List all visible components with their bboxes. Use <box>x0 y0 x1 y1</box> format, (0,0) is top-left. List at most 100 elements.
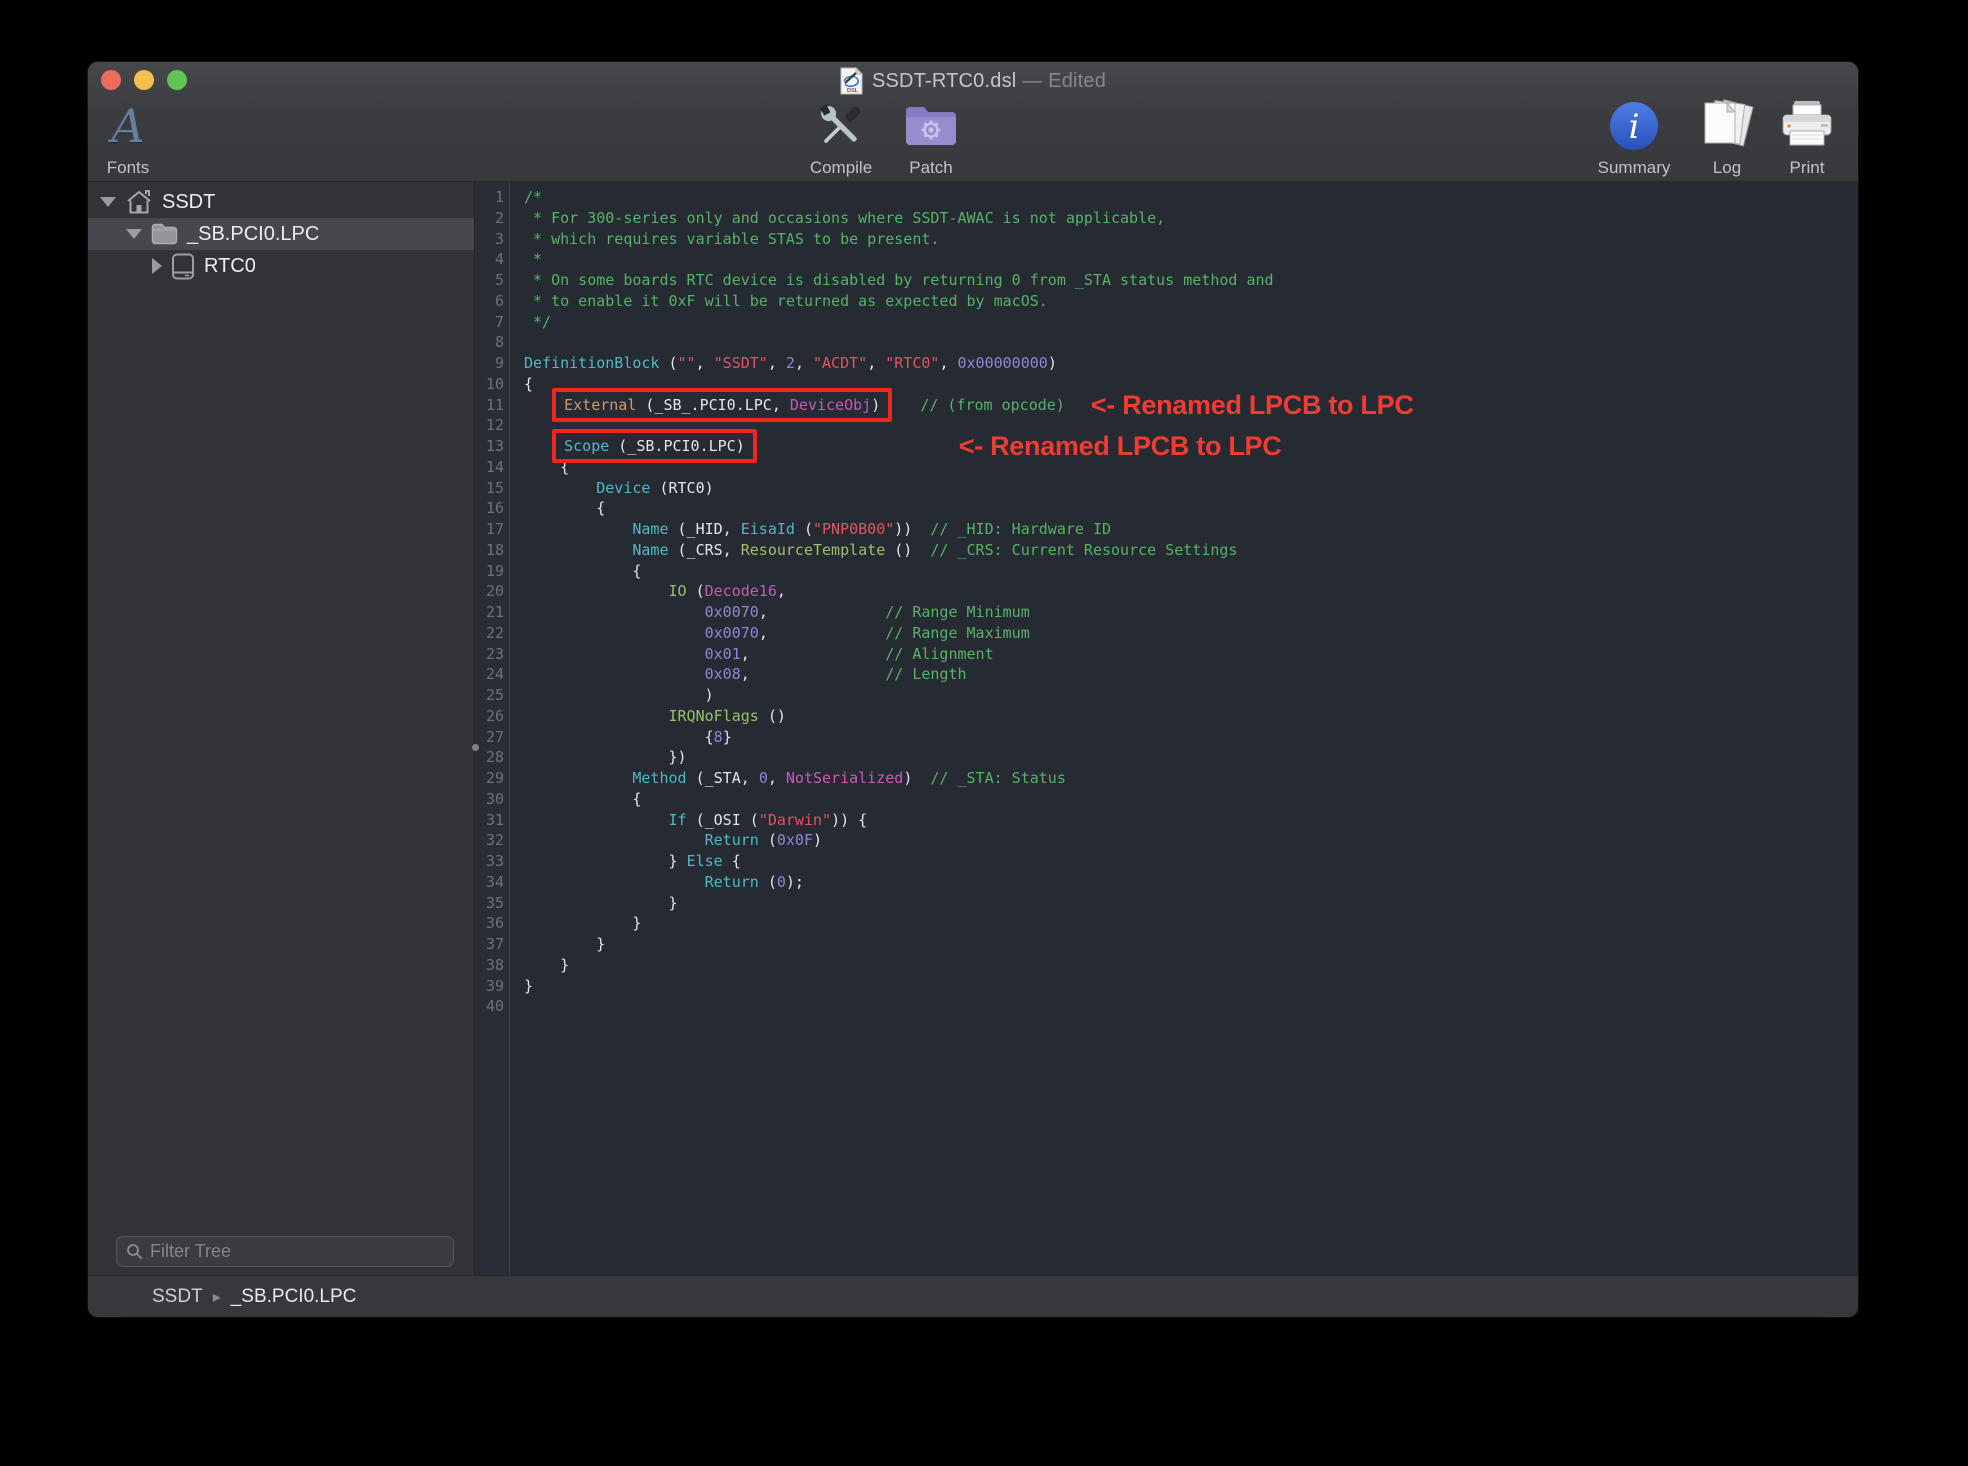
code-line[interactable]: Method (_STA, 0, NotSerialized) // _STA:… <box>524 769 1858 790</box>
line-number: 29 <box>475 769 509 790</box>
document-icon: DSL <box>840 67 863 95</box>
line-number: 14 <box>475 458 509 479</box>
line-number: 5 <box>475 271 509 292</box>
line-number: 23 <box>475 645 509 666</box>
code-line[interactable]: {8} <box>524 728 1858 749</box>
red-highlight-box: External (_SB_.PCI0.LPC, DeviceObj) <box>552 388 892 422</box>
code-line[interactable]: } <box>524 894 1858 915</box>
line-number: 35 <box>475 894 509 915</box>
code-line[interactable]: * <box>524 250 1858 271</box>
code-line[interactable]: 0x0070, // Range Minimum <box>524 603 1858 624</box>
line-number: 28 <box>475 748 509 769</box>
code-line[interactable]: } <box>524 956 1858 977</box>
disclosure-down-icon[interactable] <box>100 197 116 207</box>
disclosure-down-icon[interactable] <box>126 229 142 239</box>
code-line[interactable]: Return (0); <box>524 873 1858 894</box>
line-number: 4 <box>475 250 509 271</box>
breadcrumb-leaf[interactable]: _SB.PCI0.LPC <box>231 1286 357 1308</box>
line-number: 34 <box>475 873 509 894</box>
summary-button[interactable]: i Summary <box>1584 98 1684 178</box>
code-line[interactable]: /* <box>524 188 1858 209</box>
code-line[interactable]: } Else { <box>524 852 1858 873</box>
tree-item-label: RTC0 <box>204 255 256 278</box>
maciasl-window: DSL SSDT-RTC0.dsl — Edited A Fonts <box>88 62 1858 1317</box>
filter-tree-input[interactable] <box>150 1241 444 1262</box>
disclosure-right-icon[interactable] <box>152 258 162 274</box>
code-line[interactable]: ) <box>524 686 1858 707</box>
compile-label: Compile <box>810 158 872 178</box>
code-line[interactable]: */ <box>524 313 1858 334</box>
line-number: 31 <box>475 811 509 832</box>
print-label: Print <box>1790 158 1825 178</box>
line-number: 6 <box>475 292 509 313</box>
line-number: 13 <box>475 437 509 458</box>
code-line[interactable]: 0x01, // Alignment <box>524 645 1858 666</box>
code-line[interactable]: }) <box>524 748 1858 769</box>
line-number: 38 <box>475 956 509 977</box>
code-line[interactable]: * On some boards RTC device is disabled … <box>524 271 1858 292</box>
line-number: 15 <box>475 479 509 500</box>
tree-item-sb-pci0-lpc[interactable]: _SB.PCI0.LPC <box>88 218 474 250</box>
code-line[interactable]: } <box>524 935 1858 956</box>
breadcrumb-separator-icon: ▸ <box>213 1287 221 1307</box>
window-title: SSDT-RTC0.dsl — Edited <box>872 70 1106 93</box>
code-line[interactable]: * which requires variable STAS to be pre… <box>524 230 1858 251</box>
home-icon <box>125 189 153 215</box>
code-line[interactable]: Name (_CRS, ResourceTemplate () // _CRS:… <box>524 541 1858 562</box>
code-line[interactable]: * For 300-series only and occasions wher… <box>524 209 1858 230</box>
tree-item-rtc0[interactable]: RTC0 <box>88 250 474 282</box>
code-line[interactable]: { <box>524 499 1858 520</box>
window-title-filename: SSDT-RTC0.dsl <box>872 70 1017 92</box>
line-number: 40 <box>475 997 509 1018</box>
search-icon <box>126 1243 143 1260</box>
code-line[interactable]: IRQNoFlags () <box>524 707 1858 728</box>
code-line[interactable]: { <box>524 562 1858 583</box>
line-number: 20 <box>475 582 509 603</box>
code-line[interactable]: Device (RTC0) <box>524 479 1858 500</box>
line-number: 11 <box>475 396 509 417</box>
code-area[interactable]: /* * For 300-series only and occasions w… <box>510 182 1858 1275</box>
sidebar-tree: SSDT _SB.PCI0.LPC <box>88 182 475 1275</box>
code-line[interactable]: * to enable it 0xF will be returned as e… <box>524 292 1858 313</box>
compile-button[interactable]: Compile <box>791 98 891 178</box>
main-content: SSDT _SB.PCI0.LPC <box>88 182 1858 1275</box>
line-number-gutter: 1234567891011121314151617181920212223242… <box>475 182 510 1275</box>
patch-button[interactable]: Patch <box>886 98 976 178</box>
code-line[interactable] <box>524 333 1858 354</box>
code-line[interactable]: { <box>524 790 1858 811</box>
line-number: 37 <box>475 935 509 956</box>
breadcrumb-root[interactable]: SSDT <box>152 1286 203 1308</box>
code-line[interactable]: } <box>524 977 1858 998</box>
code-line[interactable]: 0x08, // Length <box>524 665 1858 686</box>
line-number: 10 <box>475 375 509 396</box>
code-line[interactable]: External (_SB_.PCI0.LPC, DeviceObj) // (… <box>524 396 1858 417</box>
fonts-button[interactable]: A Fonts <box>96 98 160 178</box>
code-line[interactable]: Scope (_SB.PCI0.LPC)<- Renamed LPCB to L… <box>524 437 1858 458</box>
line-number: 17 <box>475 520 509 541</box>
code-line[interactable]: DefinitionBlock ("", "SSDT", 2, "ACDT", … <box>524 354 1858 375</box>
code-line[interactable]: If (_OSI ("Darwin")) { <box>524 811 1858 832</box>
patch-folder-icon <box>903 98 959 154</box>
summary-label: Summary <box>1598 158 1671 178</box>
print-button[interactable]: Print <box>1767 98 1847 178</box>
window-title-edited: — Edited <box>1016 70 1106 92</box>
code-line[interactable]: IO (Decode16, <box>524 582 1858 603</box>
tree-item-label: _SB.PCI0.LPC <box>187 223 319 246</box>
status-bar: SSDT ▸ _SB.PCI0.LPC <box>88 1275 1858 1317</box>
code-line[interactable]: 0x0070, // Range Maximum <box>524 624 1858 645</box>
code-line[interactable]: } <box>524 914 1858 935</box>
line-number: 8 <box>475 333 509 354</box>
line-number: 24 <box>475 665 509 686</box>
code-line[interactable]: Return (0x0F) <box>524 831 1858 852</box>
patch-label: Patch <box>909 158 952 178</box>
log-button[interactable]: Log <box>1692 98 1762 178</box>
line-number: 33 <box>475 852 509 873</box>
line-number: 30 <box>475 790 509 811</box>
line-number: 16 <box>475 499 509 520</box>
svg-text:i: i <box>1629 107 1640 147</box>
splitter-handle-icon[interactable] <box>472 744 479 751</box>
line-number: 3 <box>475 230 509 251</box>
code-line[interactable] <box>524 997 1858 1018</box>
code-line[interactable]: Name (_HID, EisaId ("PNP0B00")) // _HID:… <box>524 520 1858 541</box>
tree-item-ssdt[interactable]: SSDT <box>88 186 474 218</box>
